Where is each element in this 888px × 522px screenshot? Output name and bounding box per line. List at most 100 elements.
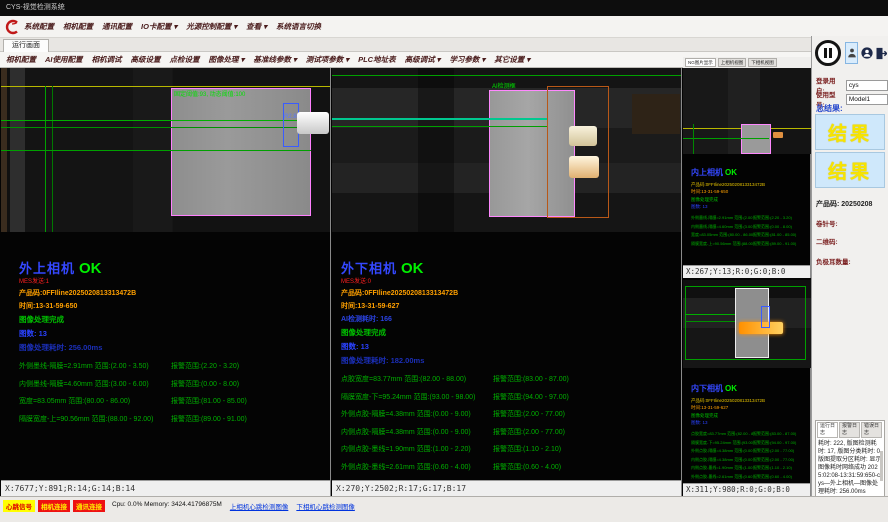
- camera-name-label: 外上相机: [19, 261, 75, 276]
- measurement-row: 内侧点胶-隔膜=4.38mm 范围:(0.00 - 9.00)报警范围:(2.0…: [691, 457, 807, 463]
- camera-view-inner-top[interactable]: 内上相机OK 产品码:0FFIline2025020813313472B 时间:…: [683, 68, 811, 278]
- log-scrollbar[interactable]: [880, 451, 883, 481]
- camera-result-title: 外下相机OK: [341, 258, 673, 278]
- results-block-inner-bottom: 内下相机OK 产品码:0FFIline2025020813313472B 时间:…: [691, 378, 807, 483]
- measure-value: 内侧点胶-墨线=1.90mm 范围:(1.00 - 2.20): [341, 444, 493, 454]
- results-block-outer-bottom: 外下相机OK MES发送:0 产品码:0FFIline2025020813313…: [341, 258, 673, 479]
- camera-name-label: 内上相机: [691, 168, 723, 177]
- tool-advanced-debug[interactable]: 高级调试 ▾: [405, 54, 441, 65]
- tool-test-item-params[interactable]: 测试项参数 ▾: [306, 54, 349, 65]
- tool-camera-config[interactable]: 相机配置: [6, 54, 36, 65]
- right-control-panel: 登录用户: cys 使用型号: Model1 总结果: 结果 结果 产品码: 2…: [811, 36, 888, 496]
- pause-button[interactable]: [815, 40, 841, 66]
- measure-value: 宽度=83.05mm 范围:(80.00 - 86.00): [19, 396, 171, 406]
- camera-view-inner-bottom[interactable]: 内下相机OK 产品码:0FFIline2025020813313472B 时间:…: [683, 280, 811, 496]
- tool-advanced-settings[interactable]: 高级设置: [131, 54, 161, 65]
- alarm-range: 报警范围:(1.10 - 2.10): [493, 444, 561, 454]
- measure-value: 宽度=83.05mm 范围:(80.00 - 86.00): [691, 232, 753, 238]
- measure-value: 隔膜宽度-下=95.24mm 范围:(93.00 - 98.00): [691, 440, 753, 446]
- tool-camera-debug[interactable]: 相机调试: [92, 54, 122, 65]
- frame-count-label: 图数: 13: [691, 204, 807, 210]
- result-ok-label: OK: [725, 168, 737, 177]
- tool-plc-address-table[interactable]: PLC地址表: [358, 54, 396, 65]
- user-account-button[interactable]: [860, 42, 873, 64]
- tool-baseline-params[interactable]: 基准线参数 ▾: [253, 54, 296, 65]
- qr-code-label: 二维码:: [816, 236, 838, 246]
- overlay-green-hline-1: [685, 314, 735, 315]
- measure-value: 外侧点胶-隔膜=4.38mm 范围:(0.00 - 9.00): [341, 409, 493, 419]
- pin-number-label: 卷针号:: [816, 218, 838, 228]
- overlay-roi-rect-pink: [741, 124, 771, 154]
- measurement-rows: 外侧墨线-隔膜=2.91mm 范围:(2.00 - 3.50)报警范围:(2.2…: [19, 361, 322, 424]
- menu-light-config[interactable]: 光源控制配置 ▾: [186, 21, 237, 32]
- camera-view-outer-top[interactable]: 固定阈值:93, 动态阈值:100 R2.88 外上相机OK MES发送:1 产…: [1, 68, 331, 496]
- log-box[interactable]: 运行日志 报警日志 错误日志 耗时: 222, 版图检测耗时: 17, 版图分类…: [815, 420, 885, 506]
- alarm-range: 报警范围:(2.20 - 3.20): [171, 361, 239, 371]
- measure-value: 内侧点胶-隔膜=4.38mm 范围:(0.00 - 9.00): [691, 457, 753, 463]
- tool-ai-usage-config[interactable]: AI使用配置: [45, 54, 83, 65]
- tab-bottom-camera-view[interactable]: 下相机视图: [748, 58, 777, 67]
- overlay-green-topline: [332, 75, 681, 76]
- measurement-row: 外侧点胶-隔膜=4.38mm 范围:(0.00 - 9.00)报警范围:(2.0…: [341, 409, 673, 419]
- result-ok-label: OK: [725, 384, 737, 393]
- tab-top-camera-view[interactable]: 上相机视图: [718, 58, 747, 67]
- measurement-row: 隔膜宽度-上=90.56mm 范围:(88.00 - 92.00)报警范围:(8…: [691, 241, 807, 247]
- tool-spot-check[interactable]: 点检设置: [170, 54, 200, 65]
- overlay-yellow-line: [1, 86, 330, 87]
- bottom-camera-heartbeat-link[interactable]: 下相机心跳检测图像: [296, 501, 355, 511]
- measure-value: 内侧墨线-隔膜=4.60mm 范围:(3.00 - 6.00): [691, 224, 753, 230]
- product-code-label: 产品码:0FFIline2025020813313472B: [19, 288, 322, 298]
- cursor-position-status: X:267;Y:13;R:0;G:0;B:0: [683, 265, 810, 278]
- control-buttons-row: [815, 40, 886, 70]
- measure-value: 内侧墨线-隔膜=4.60mm 范围:(3.00 - 6.00): [19, 379, 171, 389]
- overlay-green-vline-2: [52, 86, 53, 232]
- menu-io-config[interactable]: IO卡配置 ▾: [141, 21, 177, 32]
- alarm-range: 报警范围:(2.00 - 77.00): [753, 457, 794, 463]
- product-code-field: 产品码: 20250208: [816, 199, 872, 209]
- total-result-label: 总结果:: [816, 103, 843, 114]
- tool-learning-params[interactable]: 学习参数 ▾: [449, 54, 485, 65]
- model-value[interactable]: Model1: [846, 94, 888, 105]
- measurement-row: 内侧点胶-隔膜=4.38mm 范围:(0.00 - 9.00)报警范围:(2.0…: [341, 427, 673, 437]
- camera-image-inner-bottom[interactable]: [683, 280, 811, 368]
- alarm-range: 报警范围:(94.00 - 97.00): [493, 392, 569, 402]
- log-tab-run[interactable]: 运行日志: [817, 422, 838, 438]
- menu-view[interactable]: 查看 ▾: [246, 21, 267, 32]
- small-views-tabbar: NG图片显示 上相机视图 下相机视图: [683, 57, 811, 68]
- measurement-row: 外侧点胶-隔膜=4.38mm 范围:(0.00 - 9.00)报警范围:(2.0…: [691, 448, 807, 454]
- tool-image-processing[interactable]: 图像处理 ▾: [209, 54, 245, 65]
- menu-bar: 系统配置 相机配置 通讯配置 IO卡配置 ▾ 光源控制配置 ▾ 查看 ▾ 系统语…: [0, 16, 888, 38]
- log-tab-alarm[interactable]: 报警日志: [839, 422, 860, 438]
- measure-value: 隔膜宽度-上=90.56mm 范围:(88.00 - 92.00): [19, 414, 171, 424]
- menu-system-config[interactable]: 系统配置: [24, 21, 54, 32]
- measurement-row: 点胶宽度=83.77mm 范围:(82.00 - 88.00)报警范围:(83.…: [341, 374, 673, 384]
- menu-camera-config[interactable]: 相机配置: [63, 21, 93, 32]
- alarm-range: 报警范围:(0.00 - 8.00): [171, 379, 239, 389]
- time-label: 时间:13-31-59-627: [691, 405, 807, 411]
- processing-done-label: 图像处理完成: [691, 413, 807, 419]
- measurement-rows: 点胶宽度=83.77mm 范围:(82.00 - 88.00)报警范围:(83.…: [691, 431, 807, 480]
- measurement-row: 外侧点胶-墨线=2.61mm 范围:(0.60 - 4.00)报警范围:(0.6…: [341, 462, 673, 472]
- camera-image-inner-top[interactable]: [683, 68, 811, 154]
- tool-other-settings[interactable]: 其它设置 ▾: [494, 54, 530, 65]
- tab-strip: 运行画面: [0, 38, 811, 52]
- exit-button[interactable]: [874, 42, 887, 64]
- menu-comm-config[interactable]: 通讯配置: [102, 21, 132, 32]
- top-camera-heartbeat-link[interactable]: 上相机心跳检测图像: [230, 501, 289, 511]
- ai-time-label: AI检测耗时: 166: [341, 314, 673, 324]
- camera-image-outer-bottom[interactable]: AI检测框: [332, 68, 681, 232]
- menu-language-switch[interactable]: 系统语言切换: [276, 21, 321, 32]
- camera-view-outer-bottom[interactable]: AI检测框 外下相机OK MES发送:0 产品码:0FFIline2025020…: [332, 68, 682, 496]
- camera-image-outer-top[interactable]: 固定阈值:93, 动态阈值:100 R2.88: [1, 68, 330, 232]
- log-tab-error[interactable]: 错误日志: [861, 422, 882, 438]
- user-login-button[interactable]: [845, 42, 858, 64]
- overlay-connector-tab-1: [569, 126, 597, 146]
- result-text: 结果: [828, 157, 872, 184]
- result-display-1: 结果: [815, 114, 885, 150]
- measurement-rows: 点胶宽度=83.77mm 范围:(82.00 - 88.00)报警范围:(83.…: [341, 374, 673, 472]
- measurement-row: 内侧墨线-隔膜=4.60mm 范围:(3.00 - 6.00)报警范围:(0.0…: [19, 379, 322, 389]
- tab-run-screen[interactable]: 运行画面: [3, 39, 49, 53]
- user-icon: [847, 47, 857, 59]
- alarm-range: 报警范围:(2.00 - 77.00): [753, 448, 794, 454]
- tab-ng-image[interactable]: NG图片显示: [685, 58, 716, 67]
